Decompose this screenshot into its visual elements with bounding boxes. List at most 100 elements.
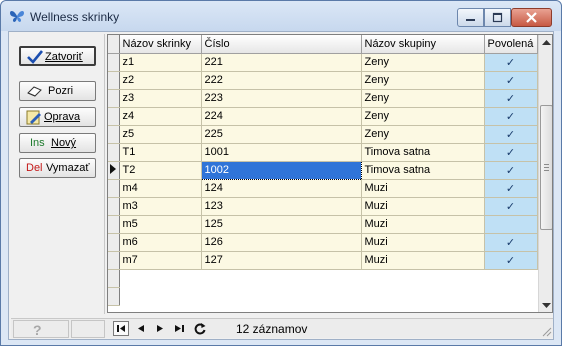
cell-group[interactable]: Muzi	[361, 179, 485, 198]
vertical-scrollbar[interactable]	[538, 35, 552, 312]
cell-group[interactable]: Muzi	[361, 251, 485, 270]
check-mark-icon: ✓	[505, 236, 516, 249]
refresh-icon[interactable]	[193, 321, 207, 336]
cell-allowed-checkbox[interactable]: ✓	[484, 89, 538, 108]
table-row[interactable]: T1 1001 Timova satna ✓	[108, 143, 538, 162]
row-indicator[interactable]	[108, 143, 120, 162]
table-row[interactable]: m3 123 Muzi ✓	[108, 197, 538, 216]
cell-allowed-checkbox[interactable]: ✓	[484, 179, 538, 198]
column-header-allowed[interactable]: Povolená	[484, 35, 538, 54]
app-window: Wellness skrinky Zatvoriť Pozri Oprava I…	[0, 0, 562, 346]
row-indicator[interactable]	[108, 215, 120, 234]
cell-name[interactable]: m5	[119, 215, 202, 234]
cell-group[interactable]: Zeny	[361, 107, 485, 126]
cell-name[interactable]: z5	[119, 125, 202, 144]
cell-name[interactable]: z4	[119, 107, 202, 126]
cell-allowed-checkbox[interactable]: ✓	[484, 161, 538, 180]
cell-number[interactable]: 222	[201, 71, 362, 90]
cell-allowed-checkbox[interactable]: ✓	[484, 125, 538, 144]
table-row[interactable]: T2 1002 Timova satna ✓	[108, 160, 538, 180]
new-button[interactable]: Ins Nový	[19, 133, 96, 153]
cell-allowed-checkbox[interactable]: ✓	[484, 197, 538, 216]
cell-group[interactable]: Zeny	[361, 71, 485, 90]
first-record-icon[interactable]	[113, 321, 129, 336]
cell-name[interactable]: m7	[119, 251, 202, 270]
cell-number[interactable]: 1002	[200, 160, 362, 180]
row-indicator[interactable]	[108, 125, 120, 144]
resize-grip-icon[interactable]	[540, 325, 552, 337]
row-indicator[interactable]	[108, 179, 120, 198]
cell-allowed-checkbox[interactable]: ✓	[484, 143, 538, 162]
cell-name[interactable]: z1	[119, 53, 202, 72]
table-row[interactable]: z3 223 Zeny ✓	[108, 89, 538, 108]
cell-name[interactable]: T2	[119, 161, 202, 180]
row-indicator[interactable]	[108, 197, 120, 216]
cell-name[interactable]: z2	[119, 71, 202, 90]
cell-number[interactable]: 1001	[201, 143, 362, 162]
butterfly-icon	[10, 11, 24, 22]
cell-name[interactable]: m6	[119, 233, 202, 252]
row-indicator[interactable]	[108, 107, 120, 126]
row-indicator[interactable]	[108, 251, 120, 270]
scroll-down-icon[interactable]	[542, 303, 551, 309]
cell-number[interactable]: 124	[201, 179, 362, 198]
next-record-icon[interactable]	[154, 321, 166, 336]
scroll-up-icon[interactable]	[542, 40, 551, 46]
cell-group[interactable]: Zeny	[361, 89, 485, 108]
cell-allowed-checkbox[interactable]: ✓	[484, 71, 538, 90]
title-bar[interactable]: Wellness skrinky	[1, 1, 561, 31]
cell-group[interactable]: Zeny	[361, 125, 485, 144]
cell-group[interactable]: Muzi	[361, 197, 485, 216]
close-form-button[interactable]: Zatvoriť	[19, 46, 96, 66]
cell-allowed-checkbox[interactable]: ✓	[484, 107, 538, 126]
maximize-button[interactable]	[484, 8, 511, 27]
lockers-grid[interactable]: Názov skrinky Číslo Názov skupiny Povole…	[107, 34, 553, 313]
cell-group[interactable]: Timova satna	[361, 161, 485, 180]
row-indicator[interactable]	[108, 89, 120, 108]
cell-number[interactable]: 123	[201, 197, 362, 216]
scrollbar-thumb[interactable]	[540, 105, 552, 230]
view-button[interactable]: Pozri	[19, 81, 96, 101]
row-indicator[interactable]	[108, 71, 120, 90]
column-header-group[interactable]: Názov skupiny	[361, 35, 485, 54]
delete-button[interactable]: Del Vymazať	[19, 158, 96, 178]
table-row[interactable]: m7 127 Muzi ✓	[108, 251, 538, 270]
table-row[interactable]: z1 221 Zeny ✓	[108, 53, 538, 72]
cell-name[interactable]: m4	[119, 179, 202, 198]
cell-number[interactable]: 221	[201, 53, 362, 72]
cell-number[interactable]: 225	[201, 125, 362, 144]
cell-group[interactable]: Muzi	[361, 215, 485, 234]
cell-allowed-checkbox[interactable]: ✓	[484, 251, 538, 270]
cell-number[interactable]: 125	[201, 215, 362, 234]
cell-allowed-checkbox[interactable]: ✓	[484, 53, 538, 72]
previous-record-icon[interactable]	[135, 321, 147, 336]
table-row[interactable]: m4 124 Muzi ✓	[108, 179, 538, 198]
edit-button[interactable]: Oprava	[19, 107, 96, 127]
column-header-name[interactable]: Názov skrinky	[119, 35, 202, 54]
column-header-number[interactable]: Číslo	[201, 35, 362, 54]
cell-number[interactable]: 224	[201, 107, 362, 126]
cell-group[interactable]: Muzi	[361, 233, 485, 252]
cell-allowed-checkbox[interactable]: ✓	[484, 233, 538, 252]
table-row[interactable]: z5 225 Zeny ✓	[108, 125, 538, 144]
row-indicator[interactable]	[108, 53, 120, 72]
cell-group[interactable]: Timova satna	[361, 143, 485, 162]
table-row[interactable]: m5 125 Muzi	[108, 215, 538, 234]
close-window-button[interactable]	[511, 8, 552, 27]
cell-name[interactable]: z3	[119, 89, 202, 108]
current-row-indicator[interactable]	[108, 161, 120, 180]
cell-allowed-checkbox[interactable]	[484, 215, 538, 234]
cell-name[interactable]: m3	[119, 197, 202, 216]
cell-number[interactable]: 127	[201, 251, 362, 270]
table-row[interactable]: z2 222 Zeny ✓	[108, 71, 538, 90]
minimize-button[interactable]	[457, 8, 484, 27]
row-indicator[interactable]	[108, 233, 120, 252]
cell-number[interactable]: 126	[201, 233, 362, 252]
cell-number[interactable]: 223	[201, 89, 362, 108]
last-record-icon[interactable]	[173, 321, 187, 336]
table-row[interactable]: z4 224 Zeny ✓	[108, 107, 538, 126]
cell-name[interactable]: T1	[119, 143, 202, 162]
table-row[interactable]: m6 126 Muzi ✓	[108, 233, 538, 252]
cell-group[interactable]: Zeny	[361, 53, 485, 72]
help-question-icon[interactable]: ?	[32, 322, 44, 338]
